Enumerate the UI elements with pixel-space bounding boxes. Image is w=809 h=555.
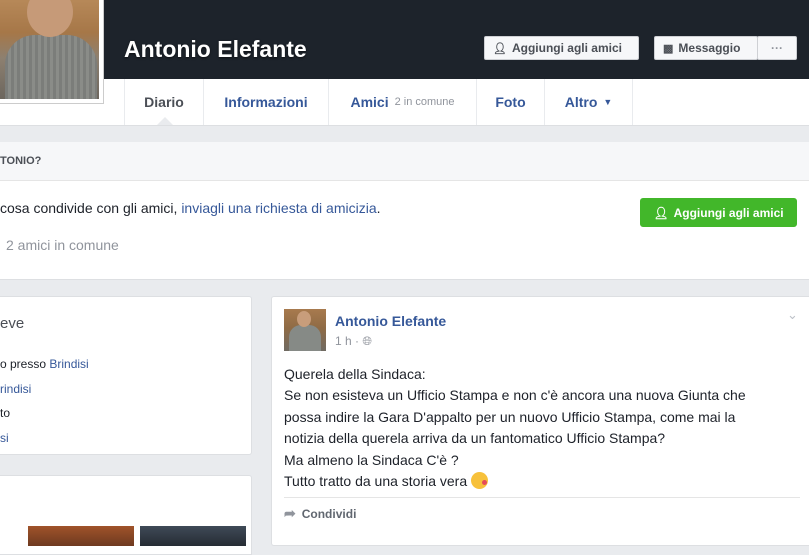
tab-amici[interactable]: Amici 2 in comune [329,79,477,125]
tab-altro[interactable]: Altro ▼ [545,79,633,125]
share-button[interactable]: ➦ Condividi [284,505,356,522]
post-time: 1 h · [335,334,363,348]
profile-picture[interactable] [0,0,104,104]
add-friend-label: Aggiungi agli amici [511,41,622,55]
add-friend-primary-button[interactable]: 👤︎ Aggiungi agli amici [640,198,797,227]
message-icon: ▩ [663,42,674,55]
intro-line-link[interactable]: rindisi [0,382,31,396]
post-divider [284,497,800,498]
intro-line: si [0,431,9,445]
post-line: Se non esisteva un Ufficio Stampa e non … [284,387,746,404]
intro-line-text: o presso [0,357,50,371]
chevron-down-icon[interactable]: ⌄ [787,307,798,323]
photo-thumbnail[interactable] [28,526,134,546]
friend-request-text-end: . [376,200,381,216]
post-author-name[interactable]: Antonio Elefante [335,313,446,329]
profile-photo [0,0,99,99]
tab-foto-label: Foto [495,94,526,110]
tab-altro-label: Altro [564,94,598,110]
friend-request-text: cosa condivide con gli amici, inviagli u… [0,200,381,216]
globe-icon: 🌐︎ [362,334,372,348]
caret-down-icon: ▼ [603,97,613,107]
post-line-last: Tutto tratto da una storia vera [284,471,794,492]
message-label: Messaggio [678,41,741,55]
tab-foto[interactable]: Foto [477,79,545,125]
tab-informazioni[interactable]: Informazioni [204,79,329,125]
tab-amici-label: Amici [350,94,389,110]
intro-line-link[interactable]: Brindisi [49,357,88,371]
add-friend-icon: 👤︎ [493,42,507,55]
kiss-emoji-icon [471,472,489,490]
intro-line: rindisi [0,382,31,396]
friend-request-text-plain: cosa condivide con gli amici, [0,200,182,216]
friend-request-header: TONIO? [0,142,809,181]
send-friend-request-link[interactable]: inviagli una richiesta di amicizia [181,200,376,216]
mutual-friends[interactable]: 2 amici in comune [6,237,119,253]
post-line: Querela della Sindaca: [284,366,426,382]
add-friend-icon: 👤︎ [653,205,669,220]
add-friend-button[interactable]: 👤︎ Aggiungi agli amici [484,36,639,60]
post-author-avatar[interactable] [284,309,326,351]
share-arrow-icon: ➦ [284,505,296,521]
add-friend-primary-label: Aggiungi agli amici [673,205,784,220]
profile-name[interactable]: Antonio Elefante [124,36,307,63]
post-timestamp[interactable]: 1 h · 🌐︎ [335,334,372,349]
message-button[interactable]: ▩ Messaggio [654,36,758,60]
post-line: Ma almeno la Sindaca C'è ? [284,451,459,468]
active-tab-indicator [157,117,173,125]
tab-diario-label: Diario [144,94,184,110]
post-line: notizia della querela arriva da un fanto… [284,430,666,447]
intro-title: eve [0,315,25,332]
intro-line: o presso Brindisi [0,357,89,371]
post-line: Tutto tratto da una storia vera [284,473,472,490]
intro-line-text: to [0,406,11,420]
post-line: possa indire la Gara D'appalto per un nu… [284,408,736,425]
tab-informazioni-label: Informazioni [224,94,308,110]
intro-line: to [0,406,10,420]
tab-amici-count: 2 in comune [394,96,455,108]
intro-line-link[interactable]: si [0,431,9,445]
more-options-button[interactable]: ··· [757,36,797,60]
intro-card [0,296,252,455]
post-text: Querela della Sindaca: Se non esisteva u… [284,364,794,492]
photo-thumbnail[interactable] [140,526,246,546]
share-label: Condividi [301,506,357,521]
